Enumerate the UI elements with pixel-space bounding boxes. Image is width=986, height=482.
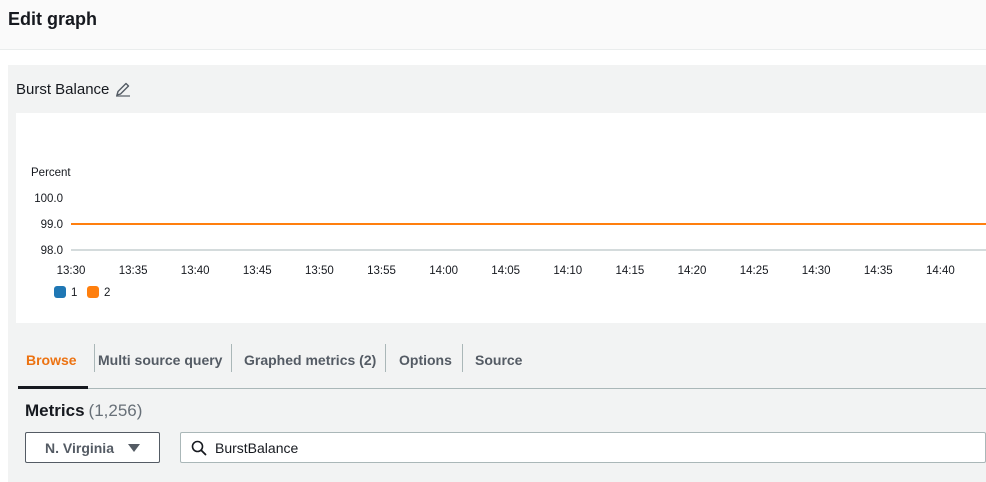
chart-area: Percent 100.0 99.0 98.0 13:30 13:35 13:40 13:45… [16,113,986,323]
x-tick-label: 13:30 [57,265,86,277]
legend-swatch-1 [54,286,66,298]
tab-divider [231,344,232,372]
x-tick-label: 13:35 [119,265,148,277]
x-tick-label: 14:10 [553,265,582,277]
tab-multi-source-query[interactable]: Multi source query [98,343,222,377]
y-axis-label: Percent [31,167,71,179]
x-tick-label: 14:15 [616,265,645,277]
x-tick-label: 14:35 [864,265,893,277]
tab-divider [462,344,463,372]
search-input[interactable] [215,439,955,456]
metrics-title: Metrics [25,401,85,420]
x-tick-label: 14:25 [740,265,769,277]
metrics-count: (1,256) [88,401,143,420]
legend-swatch-2 [87,286,99,298]
metrics-header: Metrics (1,256) [25,401,142,421]
tab-options[interactable]: Options [399,343,452,377]
y-tick-label: 99.0 [41,219,63,231]
tab-source[interactable]: Source [475,343,522,377]
x-tick-label: 13:45 [243,265,272,277]
graph-editor-panel: Burst Balance Percent 100.0 99.0 98.0 13:30 1… [8,65,986,482]
metrics-search-box[interactable] [180,432,986,463]
graph-title-row: Burst Balance [16,79,131,99]
tab-graphed-metrics[interactable]: Graphed metrics (2) [244,343,376,377]
x-tick-label: 14:00 [429,265,458,277]
x-tick-label: 14:40 [926,265,955,277]
y-tick-label: 100.0 [34,193,63,205]
tab-browse[interactable]: Browse [26,343,77,377]
region-label: N. Virginia [45,439,114,456]
tab-divider [385,344,386,372]
x-tick-label: 13:50 [305,265,334,277]
line-chart: Percent 100.0 99.0 98.0 13:30 13:35 13:40 13:45… [31,167,986,299]
x-tick-label: 13:55 [367,265,396,277]
region-dropdown[interactable]: N. Virginia [25,432,160,463]
x-tick-label: 13:40 [181,265,210,277]
graph-title: Burst Balance [16,80,110,98]
x-tick-label: 14:05 [491,265,520,277]
page-title: Edit graph [8,9,97,29]
tab-divider [94,344,95,372]
page-header: Edit graph [0,0,986,50]
active-tab-indicator [18,386,88,389]
tab-bar: Browse Multi source query Graphed metric… [18,333,986,389]
legend-label-2: 2 [104,287,110,299]
legend-label-1: 1 [71,287,77,299]
x-tick-label: 14:30 [802,265,831,277]
pencil-icon[interactable] [115,81,131,97]
y-tick-label: 98.0 [41,245,63,257]
search-icon [191,440,207,456]
x-tick-label: 14:20 [678,265,707,277]
caret-down-icon [127,443,140,452]
